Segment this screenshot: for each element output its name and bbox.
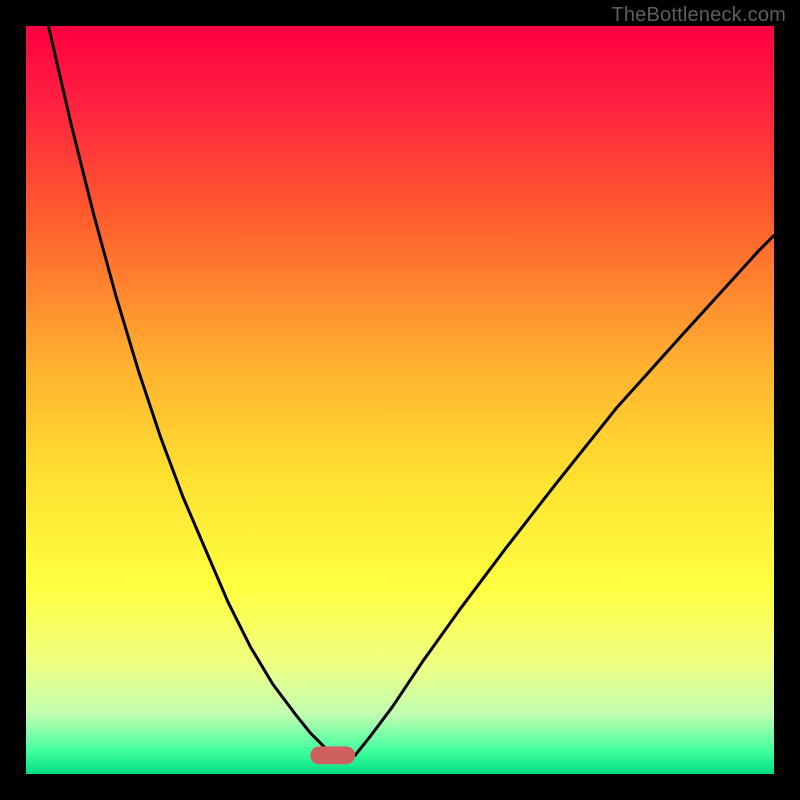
chart-frame: TheBottleneck.com	[0, 0, 800, 800]
chart-plot-area	[26, 26, 774, 774]
bottleneck-marker	[310, 746, 355, 764]
watermark-text: TheBottleneck.com	[611, 4, 786, 27]
chart-marker	[310, 746, 355, 764]
chart-background	[26, 26, 774, 774]
chart-svg	[26, 26, 774, 774]
